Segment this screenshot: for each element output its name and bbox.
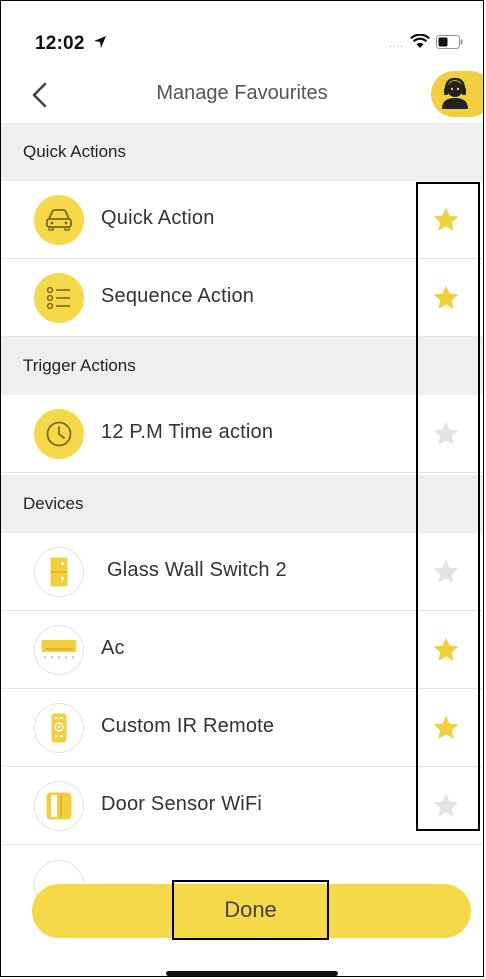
wall-switch-icon: [50, 557, 68, 587]
done-button-highlight[interactable]: Done: [172, 880, 329, 940]
status-time: 12:02: [35, 33, 85, 54]
ac-icon-badge: [34, 625, 84, 675]
status-bar: 12:02 ....: [1, 1, 483, 63]
favourite-star-icon[interactable]: [432, 636, 460, 664]
favourite-star-icon[interactable]: [432, 792, 460, 820]
quick-action-icon-badge: [34, 195, 84, 245]
remote-icon-badge: [34, 703, 84, 753]
door-sensor-icon: [46, 792, 72, 820]
car-icon: [46, 209, 72, 231]
location-arrow-icon: [94, 36, 106, 48]
status-indicators: ....: [389, 33, 463, 50]
time-action-icon-badge: [34, 409, 84, 459]
signal-dots-icon: ....: [388, 39, 404, 50]
item-label: Ac: [101, 637, 125, 659]
list-item-ac[interactable]: Ac: [1, 611, 483, 689]
sequence-action-icon-badge: [34, 273, 84, 323]
favourite-star-icon[interactable]: [432, 284, 460, 312]
list-item-door-sensor[interactable]: Door Sensor WiFi: [1, 767, 483, 845]
wifi-icon: [410, 34, 430, 48]
favourite-star-icon[interactable]: [432, 714, 460, 742]
favourite-star-icon[interactable]: [432, 420, 460, 448]
clock-icon: [46, 421, 72, 447]
favourite-star-icon[interactable]: [432, 206, 460, 234]
item-label: Door Sensor WiFi: [101, 793, 263, 815]
navigation-bar: Manage Favourites: [1, 63, 483, 123]
phone-screen: 12:02 .... Manage Favourites Quick Actio…: [0, 0, 484, 977]
section-header-trigger-actions: Trigger Actions: [1, 337, 483, 395]
list-item-custom-ir-remote[interactable]: Custom IR Remote: [1, 689, 483, 767]
section-header-quick-actions: Quick Actions: [1, 123, 483, 181]
page-title: Manage Favourites: [156, 82, 328, 104]
battery-icon: [436, 34, 463, 49]
item-label: Custom IR Remote: [101, 715, 275, 737]
home-indicator: [166, 971, 338, 976]
section-title: Trigger Actions: [23, 356, 136, 375]
item-label: Glass Wall Switch 2: [107, 559, 287, 581]
section-header-devices: Devices: [1, 475, 483, 533]
remote-icon: [51, 713, 67, 743]
section-title: Quick Actions: [23, 142, 126, 161]
favourite-star-icon[interactable]: [432, 558, 460, 586]
list-item-time-action[interactable]: 12 P.M Time action: [1, 395, 483, 473]
section-title: Devices: [23, 494, 84, 513]
list-icon: [46, 286, 70, 310]
list-item-quick-action[interactable]: Quick Action: [1, 181, 483, 259]
item-label: Quick Action: [101, 207, 215, 229]
item-label: 12 P.M Time action: [101, 421, 274, 443]
support-agent-icon: [442, 77, 468, 109]
list-item-sequence-action[interactable]: Sequence Action: [1, 259, 483, 337]
door-sensor-icon-badge: [34, 781, 84, 831]
list-item-glass-wall-switch[interactable]: Glass Wall Switch 2: [1, 533, 483, 611]
wall-switch-icon-badge: [34, 547, 84, 597]
support-agent-button[interactable]: [431, 71, 483, 117]
air-conditioner-icon: [41, 640, 77, 659]
done-button-label: Done: [224, 897, 277, 922]
item-label: Sequence Action: [101, 285, 255, 307]
